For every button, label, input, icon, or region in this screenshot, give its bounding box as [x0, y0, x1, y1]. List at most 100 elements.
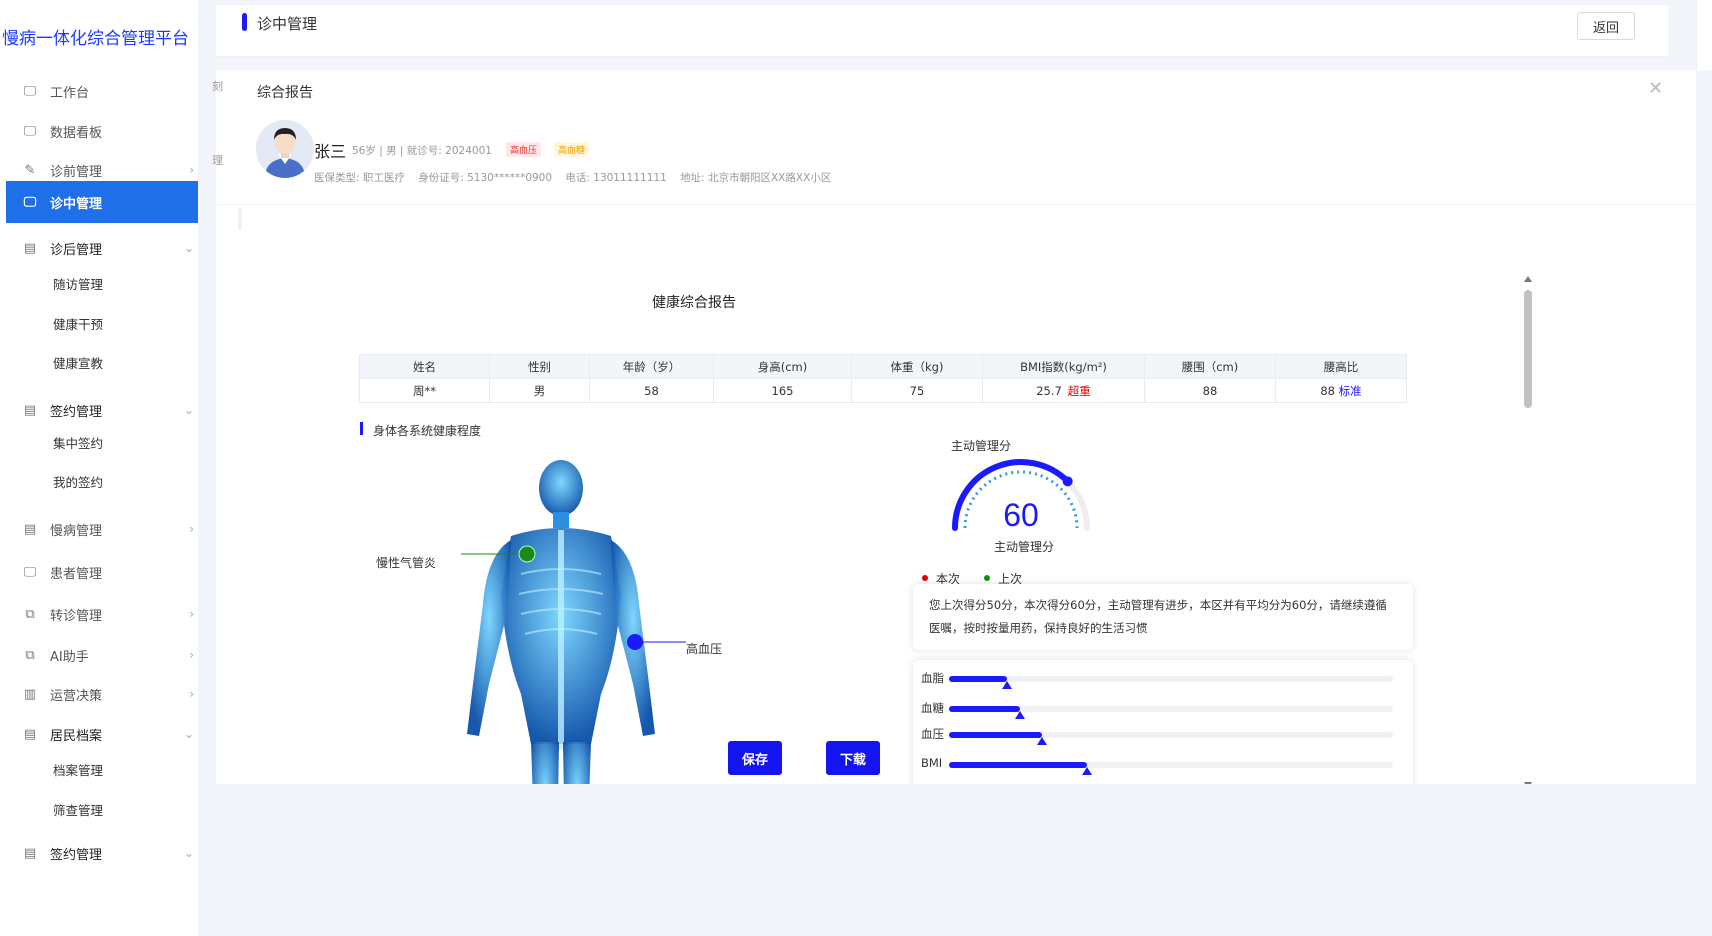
bar-marker — [1015, 711, 1026, 719]
bar-fill — [949, 762, 1087, 768]
sidebar-item-in-diagnosis[interactable]: 🖵 诊中管理 — [6, 181, 198, 223]
patient-meta: 56岁 | 男 | 就诊号: 2024001 — [352, 145, 492, 157]
form-icon: ▤ — [23, 402, 37, 418]
scroll-thumb[interactable] — [1524, 290, 1532, 408]
download-button[interactable]: 下载 — [826, 741, 880, 775]
column-header: 姓名 — [359, 354, 490, 379]
sidebar-item-label: 诊中管理 — [50, 196, 103, 212]
column-header: 身高(cm) — [713, 354, 852, 379]
patient-name: 张三 — [314, 142, 347, 161]
sidebar-item-label: 工作台 — [50, 85, 90, 101]
sidebar-item-data-board[interactable]: 🖵 数据看板 — [6, 110, 198, 152]
phone: 电话: 13011111111 — [565, 172, 667, 184]
sidebar: 慢病一体化综合管理平台 🖵 工作台 🖵 数据看板 ✎ 诊前管理 › 🖵 诊中管理… — [0, 0, 198, 936]
score-gauge: 60 — [941, 448, 1101, 538]
report-dialog: 刻 理 综合报告 ✕ 张三 56岁 | 男 | 就诊号: 2024001 高血压… — [212, 70, 1696, 858]
gauge-caption: 主动管理分 — [994, 540, 1055, 554]
score-comment: 您上次得分50分，本次得分60分，主动管理有进步，本区并有平均分为60分，请继续… — [913, 584, 1413, 650]
bar-fill — [949, 732, 1043, 738]
sidebar-item-signing-2[interactable]: ▤ 签约管理 ⌄ — [6, 832, 198, 874]
form-icon: ▤ — [23, 845, 37, 861]
table-cell: 165 — [713, 378, 852, 403]
sidebar-item-label: 居民档案 — [50, 728, 103, 744]
bar-marker — [1037, 737, 1048, 745]
chevron-right-icon: › — [189, 687, 194, 701]
monitor-icon: 🖵 — [23, 123, 37, 139]
chevron-down-icon: ⌄ — [183, 403, 194, 417]
sidebar-item-ai-assistant[interactable]: ⧉ AI助手 › — [6, 634, 198, 676]
legend-dot-red — [922, 575, 928, 581]
sidebar-item-label: 签约管理 — [50, 847, 103, 863]
bar-fill — [949, 706, 1021, 712]
table-row: 周** 男 58 165 75 25.7 超重 88 88 标准 — [359, 378, 1407, 403]
table-header-row: 姓名 性别 年龄（岁） 身高(cm) 体重（kg) BMI指数(kg/m²) 腰… — [359, 354, 1407, 379]
bar-row-lipid: 血脂 — [913, 668, 1413, 689]
chevron-right-icon: › — [189, 607, 194, 621]
sidebar-item-label: 诊后管理 — [50, 242, 103, 258]
chevron-right-icon: › — [189, 163, 194, 177]
sidebar-item-label: 转诊管理 — [50, 608, 103, 624]
sidebar-item-signing[interactable]: ▤ 签约管理 ⌄ — [6, 389, 198, 431]
table-cell: 88 标准 — [1275, 378, 1407, 403]
bar-row-bmi: BMI — [913, 754, 1413, 775]
page-header: 诊中管理 — [216, 5, 1668, 57]
page-title: 诊中管理 — [257, 15, 318, 33]
bar-track — [949, 762, 1393, 775]
column-header: 体重（kg) — [851, 354, 983, 379]
bar-label: 血糖 — [921, 701, 944, 715]
legend-dot-green — [984, 575, 991, 581]
background-text: 刻 — [212, 80, 223, 93]
sidebar-subitem-followup[interactable]: 随访管理 — [53, 274, 103, 293]
chevron-right-icon: › — [189, 522, 194, 536]
sidebar-subitem-group-signing[interactable]: 集中签约 — [53, 433, 103, 452]
sidebar-item-referral[interactable]: ⧉ 转诊管理 › — [6, 593, 198, 635]
bar-label: BMI — [921, 756, 943, 770]
column-header: 性别 — [489, 354, 590, 379]
patient-table: 姓名 性别 年龄（岁） 身高(cm) 体重（kg) BMI指数(kg/m²) 腰… — [359, 354, 1407, 403]
sidebar-subitem-records[interactable]: 档案管理 — [53, 760, 103, 779]
report-panel: 健康综合报告 姓名 性别 年龄（岁） 身高(cm) 体重（kg) BMI指数(k… — [238, 208, 1678, 858]
table-cell: 88 — [1144, 378, 1276, 403]
body-label-hypertension: 高血压 — [686, 642, 723, 656]
sidebar-item-operations[interactable]: ▥ 运营决策 › — [6, 673, 198, 715]
sidebar-item-patients[interactable]: 🖵 患者管理 — [6, 551, 198, 593]
edit-icon: ✎ — [24, 162, 36, 178]
panel-edge — [238, 208, 242, 230]
sidebar-item-chronic[interactable]: ▤ 慢病管理 › — [6, 508, 198, 550]
bar-track — [949, 706, 1393, 719]
column-header: 年龄（岁） — [589, 354, 714, 379]
sidebar-item-label: 患者管理 — [50, 566, 103, 582]
column-header: BMI指数(kg/m²) — [982, 354, 1145, 379]
bar-row-glucose: 血糖 — [913, 698, 1413, 719]
scroll-up-icon[interactable] — [1524, 276, 1532, 282]
copy-icon: ⧉ — [25, 647, 35, 663]
patient-info: 医保类型: 职工医疗 身份证号: 5130******0900 电话: 1301… — [314, 170, 841, 185]
sidebar-item-post-diagnosis[interactable]: ▤ 诊后管理 ⌄ — [6, 227, 198, 269]
monitor-icon: 🖵 — [23, 83, 37, 99]
sidebar-subitem-screening[interactable]: 筛查管理 — [53, 800, 103, 819]
sidebar-subitem-education[interactable]: 健康宣教 — [53, 353, 103, 372]
table-cell: 25.7 超重 — [982, 378, 1145, 403]
chevron-down-icon: ⌄ — [183, 727, 194, 741]
dialog-title: 综合报告 — [257, 85, 313, 101]
close-icon[interactable]: ✕ — [1648, 78, 1663, 99]
sidebar-subitem-intervention[interactable]: 健康干预 — [53, 314, 103, 333]
monitor-icon: 🖵 — [23, 194, 37, 210]
sidebar-item-resident-records[interactable]: ▤ 居民档案 ⌄ — [6, 713, 198, 755]
table-cell: 男 — [489, 378, 590, 403]
form-icon: ▤ — [23, 521, 37, 537]
back-button[interactable]: 返回 — [1577, 12, 1635, 40]
bar-marker — [1001, 681, 1012, 689]
save-button[interactable]: 保存 — [728, 741, 782, 775]
sidebar-item-label: 运营决策 — [50, 688, 103, 704]
app-title: 慢病一体化综合管理平台 — [2, 29, 189, 49]
table-cell: 周** — [359, 378, 490, 403]
sidebar-item-workbench[interactable]: 🖵 工作台 — [6, 70, 198, 112]
scrollbar[interactable] — [1522, 276, 1534, 788]
bar-marker — [1081, 767, 1092, 775]
bar-label: 血脂 — [921, 671, 944, 685]
sidebar-item-label: AI助手 — [50, 649, 89, 665]
form-icon: ▤ — [23, 240, 37, 256]
sidebar-subitem-my-signing[interactable]: 我的签约 — [53, 472, 103, 491]
section-title: 身体各系统健康程度 — [373, 424, 482, 438]
